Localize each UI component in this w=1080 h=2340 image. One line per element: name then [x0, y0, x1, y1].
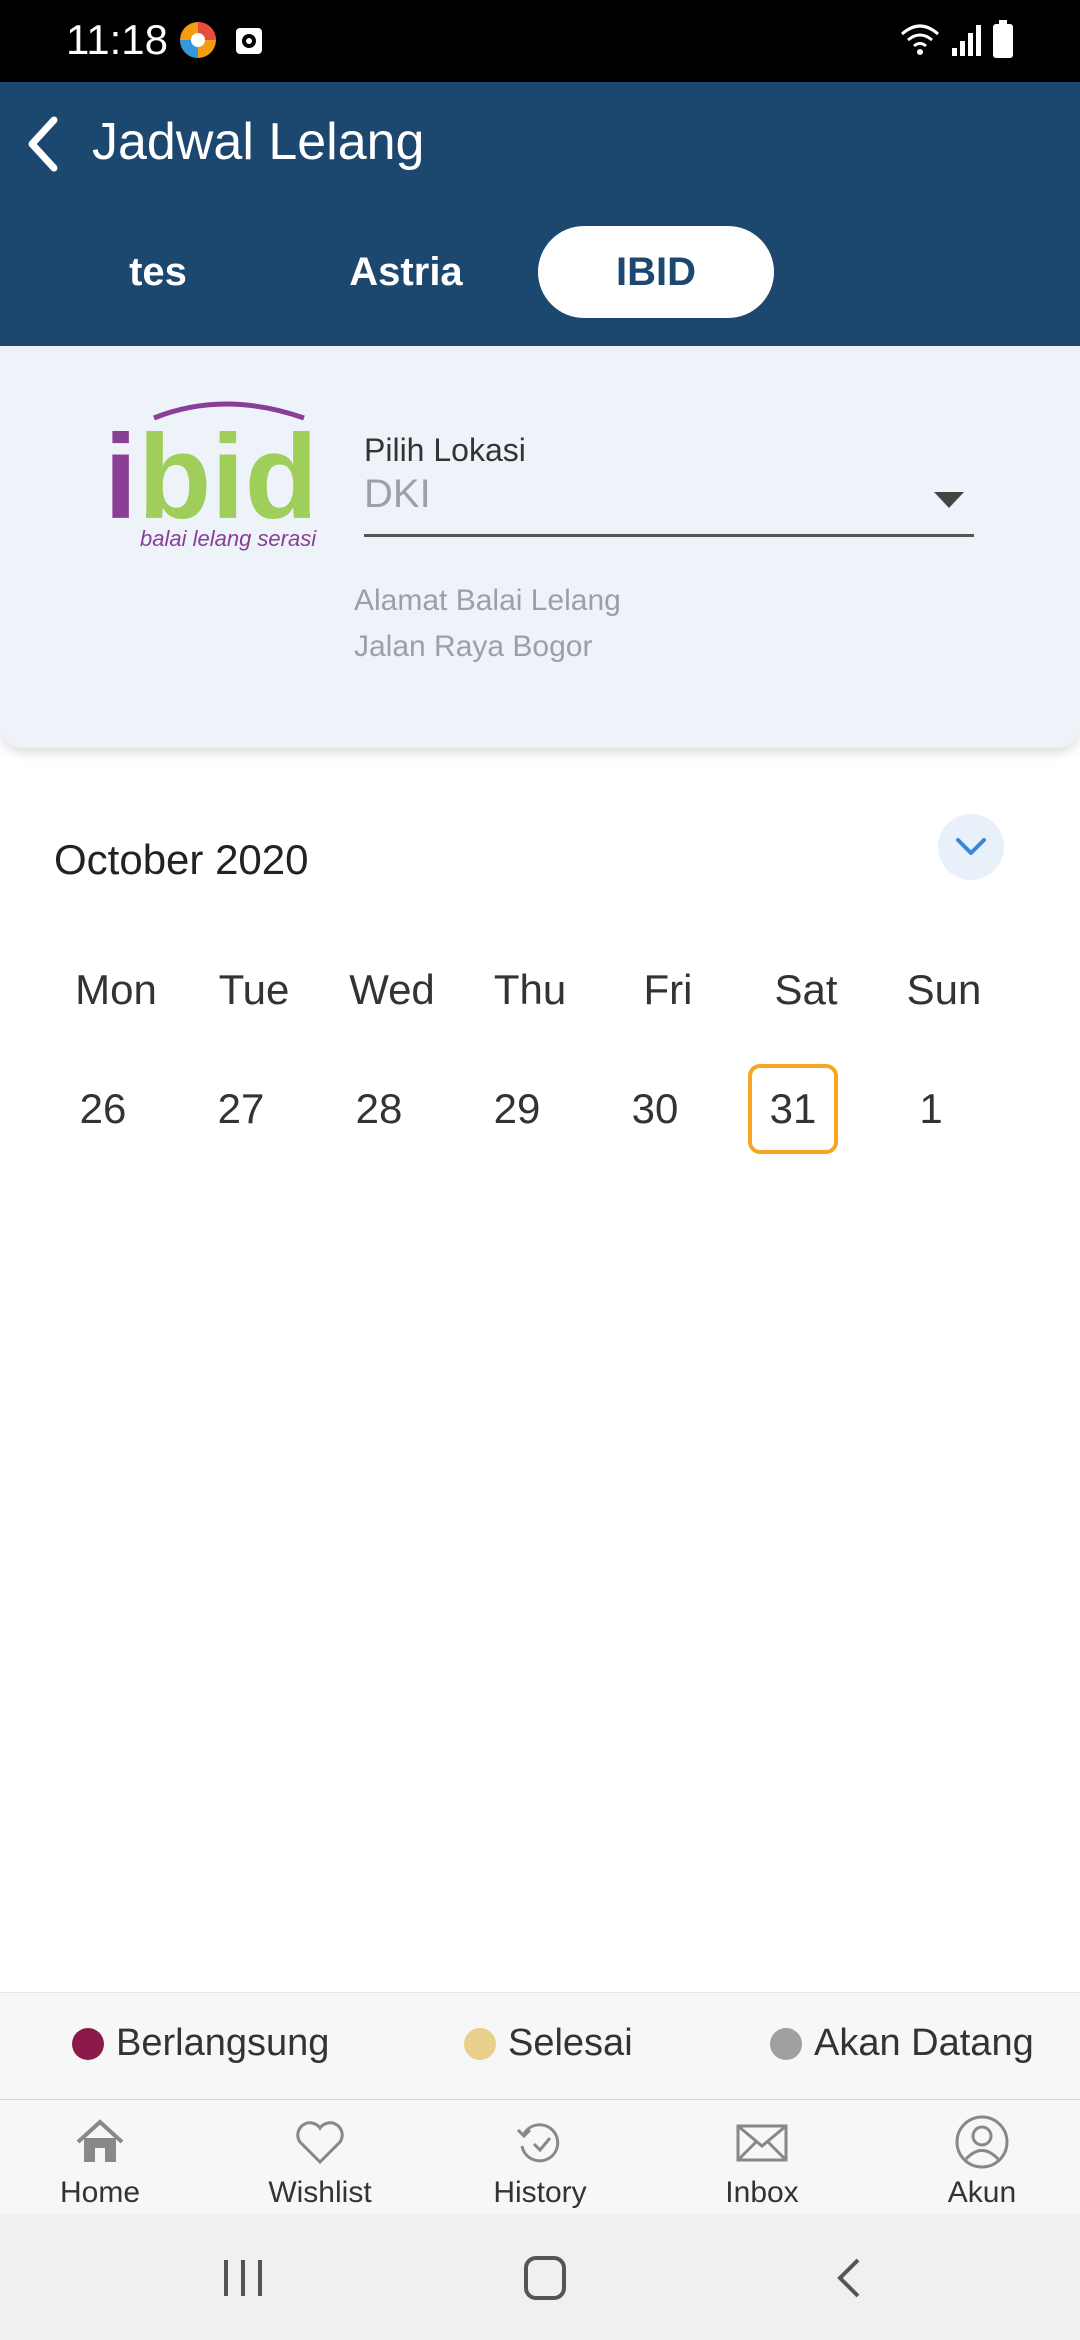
weekday-sat: Sat	[774, 966, 838, 1013]
battery-icon	[992, 20, 1014, 60]
calendar-day-26[interactable]: 26	[58, 1064, 148, 1154]
screen-record-icon	[234, 26, 264, 56]
dropdown-arrow-icon	[934, 490, 964, 510]
signal-icon	[950, 22, 984, 58]
calendar-day-1[interactable]: 1	[886, 1064, 976, 1154]
heart-icon	[290, 2112, 350, 2172]
nav-label-akun: Akun	[947, 2176, 1017, 2209]
calendar-day-30[interactable]: 30	[610, 1064, 700, 1154]
wifi-icon	[900, 22, 940, 58]
legend-dot-berlangsung	[72, 2028, 104, 2060]
nav-label-inbox: Inbox	[725, 2176, 799, 2209]
legend-label-selesai: Selesai	[508, 2022, 633, 2064]
status-time: 11:18	[66, 16, 168, 63]
back-button-icon[interactable]	[832, 2254, 868, 2302]
weekday-sun: Sun	[906, 966, 982, 1013]
nav-label-home: Home	[59, 2176, 141, 2209]
back-arrow-icon[interactable]	[24, 116, 64, 172]
nav-akun[interactable]: Akun	[902, 2108, 1062, 2212]
expand-calendar-button[interactable]	[938, 814, 1004, 880]
envelope-icon	[732, 2112, 792, 2172]
weekday-fri: Fri	[643, 966, 693, 1013]
svg-text:i: i	[104, 410, 137, 544]
user-icon	[952, 2112, 1012, 2172]
history-icon	[510, 2112, 570, 2172]
recent-apps-icon[interactable]	[220, 2256, 266, 2300]
page-title: Jadwal Lelang	[92, 113, 425, 171]
weekday-thu: Thu	[493, 966, 567, 1013]
chevron-down-icon	[955, 836, 987, 858]
nav-wishlist[interactable]: Wishlist	[240, 2108, 400, 2212]
tab-ibid[interactable]: IBID	[538, 226, 774, 318]
legend-dot-selesai	[464, 2028, 496, 2060]
calendar-month: October 2020	[54, 836, 309, 883]
calendar-day-27[interactable]: 27	[196, 1064, 286, 1154]
calendar-day-28[interactable]: 28	[334, 1064, 424, 1154]
location-label: Pilih Lokasi	[364, 432, 526, 468]
tab-tes[interactable]: tes	[80, 226, 236, 318]
legend-dot-akan-datang	[770, 2028, 802, 2060]
location-dropdown[interactable]: DKI	[364, 468, 974, 537]
nav-inbox[interactable]: Inbox	[682, 2108, 842, 2212]
nav-history[interactable]: History	[460, 2108, 620, 2212]
svg-text:bid: bid	[138, 410, 318, 544]
tab-astria[interactable]: Astria	[326, 226, 486, 318]
weekday-mon: Mon	[75, 966, 157, 1013]
legend-label-akan-datang: Akan Datang	[814, 2022, 1034, 2064]
calendar-day-29[interactable]: 29	[472, 1064, 562, 1154]
nav-home[interactable]: Home	[20, 2108, 180, 2212]
weekday-tue: Tue	[218, 966, 290, 1013]
logo-tagline: balai lelang serasi	[140, 526, 317, 551]
nav-label-wishlist: Wishlist	[268, 2176, 372, 2209]
address-label: Alamat Balai Lelang	[354, 584, 621, 617]
home-icon	[70, 2112, 130, 2172]
app-notification-icon	[178, 20, 218, 60]
home-button-icon[interactable]	[522, 2254, 568, 2302]
address-value: Jalan Raya Bogor	[354, 630, 593, 663]
legend-label-berlangsung: Berlangsung	[116, 2022, 330, 2064]
calendar-day-31-selected[interactable]: 31	[748, 1064, 838, 1154]
location-value: DKI	[364, 472, 431, 516]
nav-label-history: History	[493, 2176, 587, 2209]
weekday-wed: Wed	[349, 966, 435, 1013]
